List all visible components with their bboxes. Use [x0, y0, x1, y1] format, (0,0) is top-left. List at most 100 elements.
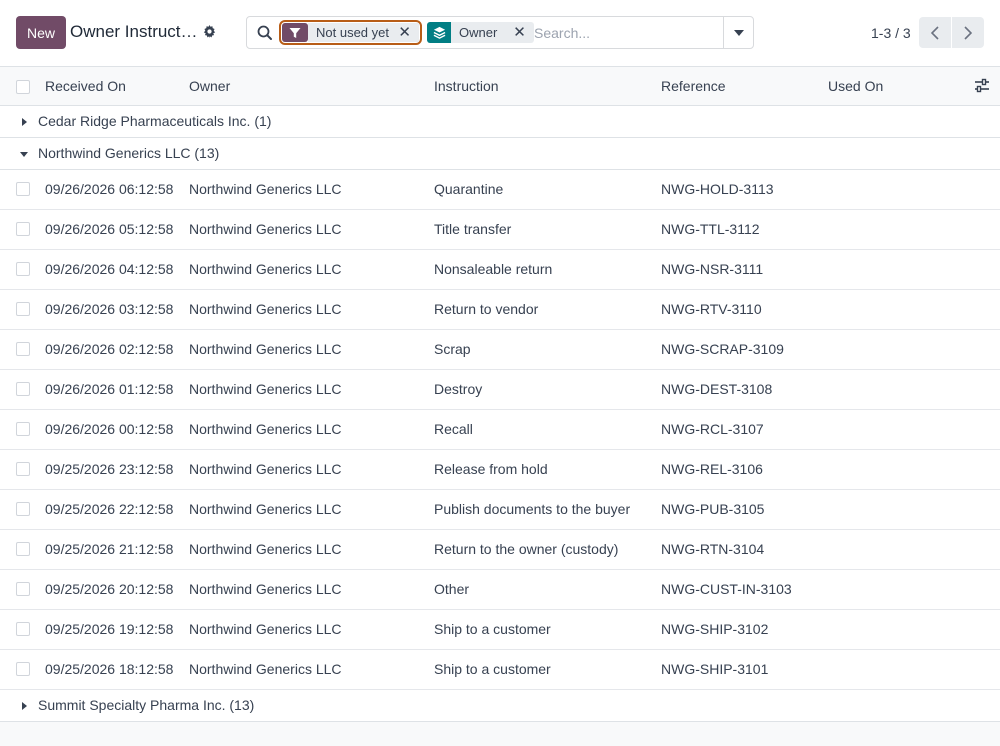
table-body: Cedar Ridge Pharmaceuticals Inc. (1) Nort…: [0, 106, 1000, 722]
pager-previous-button[interactable]: [919, 17, 951, 48]
cell-instruction: Quarantine: [434, 181, 504, 197]
groupby-facet[interactable]: Owner ✕: [427, 22, 534, 43]
cell-instruction: Scrap: [434, 341, 471, 357]
table-header: Received On Owner Instruction Reference …: [0, 66, 1000, 106]
row-checkbox[interactable]: [16, 182, 30, 196]
cell-received-on: 09/25/2026 22:12:58: [45, 501, 174, 517]
row-checkbox[interactable]: [16, 502, 30, 516]
chevron-left-icon: [931, 25, 939, 40]
column-header-received-on[interactable]: Received On: [45, 78, 126, 94]
filter-facet-label: Not used yet ✕: [308, 23, 419, 42]
filter-facet[interactable]: Not used yet ✕: [279, 20, 422, 45]
cell-instruction: Destroy: [434, 381, 483, 397]
row-checkbox[interactable]: [16, 622, 30, 636]
cell-instruction: Return to the owner (custody): [434, 541, 619, 557]
gear-icon[interactable]: [202, 24, 216, 38]
cell-received-on: 09/25/2026 20:12:58: [45, 581, 174, 597]
table-row[interactable]: 09/26/2026 05:12:58 Northwind Generics LL…: [0, 210, 1000, 250]
remove-filter-icon[interactable]: ✕: [398, 23, 411, 42]
row-checkbox[interactable]: [16, 542, 30, 556]
cell-instruction: Release from hold: [434, 461, 548, 477]
optional-columns-icon[interactable]: [974, 78, 990, 94]
remove-groupby-icon[interactable]: ✕: [513, 22, 526, 43]
cell-received-on: 09/26/2026 06:12:58: [45, 181, 174, 197]
row-checkbox[interactable]: [16, 382, 30, 396]
row-checkbox[interactable]: [16, 302, 30, 316]
cell-received-on: 09/26/2026 03:12:58: [45, 301, 174, 317]
control-panel: New Owner Instruct… Not used yet ✕ Owner…: [0, 0, 1000, 66]
table-row[interactable]: 09/26/2026 04:12:58 Northwind Generics LL…: [0, 250, 1000, 290]
row-checkbox[interactable]: [16, 262, 30, 276]
cell-reference: NWG-DEST-3108: [661, 381, 773, 397]
new-button[interactable]: New: [16, 16, 66, 49]
cell-owner: Northwind Generics LLC: [189, 461, 342, 477]
cell-reference: NWG-SCRAP-3109: [661, 341, 784, 357]
group-row[interactable]: Summit Specialty Pharma Inc. (13): [0, 690, 1000, 722]
table-row[interactable]: 09/25/2026 20:12:58 Northwind Generics LL…: [0, 570, 1000, 610]
cell-instruction: Return to vendor: [434, 301, 539, 317]
pager-value[interactable]: 1-3 / 3: [871, 25, 911, 41]
cell-owner: Northwind Generics LLC: [189, 221, 342, 237]
search-options-toggle[interactable]: [723, 17, 753, 48]
select-all-checkbox[interactable]: [16, 80, 30, 94]
table-row[interactable]: 09/25/2026 23:12:58 Northwind Generics LL…: [0, 450, 1000, 490]
cell-reference: NWG-RTN-3104: [661, 541, 765, 557]
filter-icon: [282, 23, 308, 42]
column-header-owner[interactable]: Owner: [189, 78, 230, 94]
search-input[interactable]: [534, 22, 722, 43]
row-checkbox[interactable]: [16, 342, 30, 356]
row-checkbox[interactable]: [16, 422, 30, 436]
table-row[interactable]: 09/26/2026 03:12:58 Northwind Generics LL…: [0, 290, 1000, 330]
table-row[interactable]: 09/26/2026 01:12:58 Northwind Generics LL…: [0, 370, 1000, 410]
cell-received-on: 09/25/2026 18:12:58: [45, 661, 174, 677]
table-row[interactable]: 09/25/2026 21:12:58 Northwind Generics LL…: [0, 530, 1000, 570]
cell-reference: NWG-HOLD-3113: [661, 181, 774, 197]
caret-right-icon: [22, 118, 27, 126]
row-checkbox[interactable]: [16, 582, 30, 596]
cell-owner: Northwind Generics LLC: [189, 581, 342, 597]
cell-instruction: Title transfer: [434, 221, 512, 237]
search-icon: [256, 24, 274, 42]
row-checkbox[interactable]: [16, 222, 30, 236]
cell-reference: NWG-SHIP-3101: [661, 661, 769, 677]
table-row[interactable]: 09/26/2026 02:12:58 Northwind Generics LL…: [0, 330, 1000, 370]
list-table: Received On Owner Instruction Reference …: [0, 66, 1000, 722]
group-row[interactable]: Northwind Generics LLC (13): [0, 138, 1000, 170]
cell-owner: Northwind Generics LLC: [189, 421, 342, 437]
caret-right-icon: [22, 702, 27, 710]
cell-reference: NWG-RCL-3107: [661, 421, 764, 437]
table-row[interactable]: 09/25/2026 22:12:58 Northwind Generics LL…: [0, 490, 1000, 530]
cell-instruction: Nonsaleable return: [434, 261, 553, 277]
row-checkbox[interactable]: [16, 662, 30, 676]
filter-facet-text: Not used yet: [316, 25, 389, 40]
cell-received-on: 09/26/2026 00:12:58: [45, 421, 174, 437]
group-row[interactable]: Cedar Ridge Pharmaceuticals Inc. (1): [0, 106, 1000, 138]
cell-reference: NWG-RTV-3110: [661, 301, 762, 317]
group-label: Summit Specialty Pharma Inc. (13): [38, 697, 255, 713]
table-row[interactable]: 09/25/2026 19:12:58 Northwind Generics LL…: [0, 610, 1000, 650]
cell-instruction: Recall: [434, 421, 473, 437]
page-title: Owner Instruct…: [70, 22, 198, 41]
cell-reference: NWG-CUST-IN-3103: [661, 581, 792, 597]
cell-instruction: Ship to a customer: [434, 661, 551, 677]
cell-received-on: 09/26/2026 01:12:58: [45, 381, 174, 397]
cell-received-on: 09/26/2026 02:12:58: [45, 341, 174, 357]
cell-owner: Northwind Generics LLC: [189, 621, 342, 637]
column-header-reference[interactable]: Reference: [661, 78, 726, 94]
cell-reference: NWG-SHIP-3102: [661, 621, 769, 637]
search-box[interactable]: Not used yet ✕ Owner ✕: [246, 16, 754, 49]
column-header-used-on[interactable]: Used On: [828, 78, 883, 94]
caret-down-icon: [733, 29, 744, 36]
empty-list-area: [0, 722, 1000, 746]
groupby-facet-label: Owner ✕: [451, 22, 534, 43]
table-row[interactable]: 09/25/2026 18:12:58 Northwind Generics LL…: [0, 650, 1000, 690]
table-row[interactable]: 09/26/2026 06:12:58 Northwind Generics LL…: [0, 170, 1000, 210]
table-row[interactable]: 09/26/2026 00:12:58 Northwind Generics LL…: [0, 410, 1000, 450]
cell-instruction: Publish documents to the buyer: [434, 501, 631, 517]
chevron-right-icon: [964, 25, 972, 40]
row-checkbox[interactable]: [16, 462, 30, 476]
cell-reference: NWG-NSR-3111: [661, 261, 764, 277]
layers-icon: [427, 22, 451, 43]
pager-next-button[interactable]: [952, 17, 984, 48]
column-header-instruction[interactable]: Instruction: [434, 78, 499, 94]
